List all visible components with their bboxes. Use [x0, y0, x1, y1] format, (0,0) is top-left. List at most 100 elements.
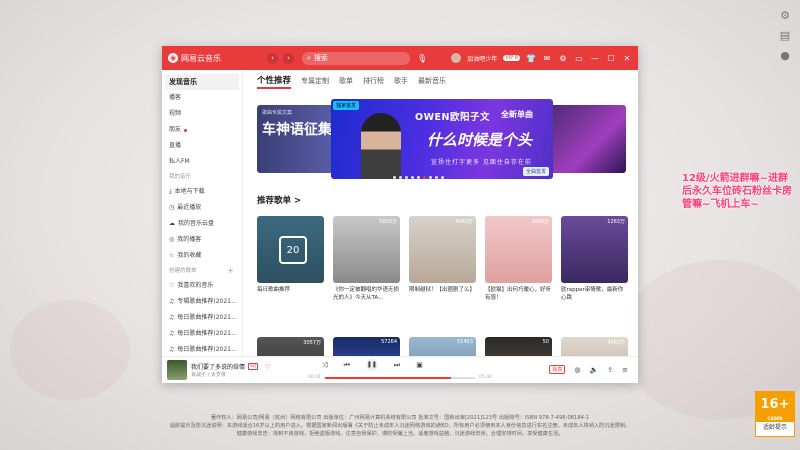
quality-badge: SQ — [248, 363, 259, 370]
search-input[interactable]: ⌕ 搜索 — [302, 51, 410, 65]
progress-area: 00:41 05:00 — [308, 375, 492, 380]
playlist-card[interactable]: 1263万 欧rapper串情歌，最新你心跳 — [561, 216, 628, 302]
playlist-cover: 20 — [257, 216, 324, 283]
playback-controls: ⤨ ⏮ ❚❚ ⏭ ▣ — [322, 359, 423, 371]
lyrics-icon[interactable]: ▣ — [416, 361, 423, 369]
sidebar-item-my-podcast[interactable]: ◎ 我的播客 — [162, 232, 242, 248]
playlist-grid: 20 每日歌曲推荐 5003万 《你一定被翻唱的华语无损光的人》今天从TA...… — [257, 216, 628, 302]
tab-playlists[interactable]: 歌单 — [339, 76, 353, 86]
shuffle-icon[interactable]: ⤨ — [322, 361, 328, 370]
play-count: 4063万 — [455, 219, 473, 225]
playlist-grid-row2: 3057万 57264 51453 50 3463万 — [257, 337, 628, 357]
time-total: 05:00 — [478, 375, 492, 380]
banner-prev-slide[interactable]: 歌曲专属文案 车神语征集 — [257, 105, 337, 173]
sidebar-item-friends[interactable]: 朋友 — [162, 122, 242, 138]
queue-icon[interactable]: ≡ — [622, 366, 628, 374]
playlist-icon: ♫ — [169, 298, 175, 305]
sidebar-item-local[interactable]: ⤓ 本地与下载 — [162, 184, 242, 200]
app-name: 网易云音乐 — [181, 53, 221, 63]
song-title[interactable]: 我们要了多说的倍情 — [191, 362, 245, 371]
back-arrow-icon[interactable]: ‹ — [267, 52, 278, 64]
like-heart-icon[interactable]: ♡ — [264, 363, 270, 371]
calendar-icon: 20 — [279, 236, 307, 264]
sidebar-item-video[interactable]: 视频 — [162, 106, 242, 122]
mic-icon[interactable]: 🎙 — [417, 54, 427, 63]
mini-mode-icon[interactable]: ▭ — [574, 54, 584, 63]
sidebar-item-live[interactable]: 直播 — [162, 138, 242, 154]
sidebar-playlist-item[interactable]: ♡ 我喜欢的音乐 — [162, 278, 242, 294]
add-playlist-icon[interactable]: + — [227, 264, 234, 278]
podcast-icon: ◎ — [169, 236, 175, 243]
banner-carousel[interactable]: 歌曲专属文案 车神语征集 独家首发 OWEN欧阳子文 全新单曲 什么时候是个头 … — [243, 92, 638, 180]
footer-legal-text: 著作权人：网易公司/网易（杭州）网络有限公司 出版单位：广州网易计算机系统有限公… — [169, 415, 631, 437]
play-count: 3093万 — [531, 219, 549, 225]
playlist-card[interactable]: 5003万 《你一定被翻唱的华语无损光的人》今天从TA... — [333, 216, 400, 302]
play-count: 5003万 — [379, 219, 397, 225]
tab-custom[interactable]: 专属定制 — [301, 76, 329, 86]
tab-personal[interactable]: 个性推荐 — [257, 74, 292, 89]
maximize-icon[interactable]: ☐ — [606, 54, 616, 63]
playlist-card[interactable]: 20 每日歌曲推荐 — [257, 216, 324, 302]
sidebar-item-fm[interactable]: 私人FM — [162, 154, 242, 170]
mail-icon[interactable]: ✉ — [542, 54, 552, 63]
clock-icon: ◷ — [169, 204, 175, 211]
player-right-controls: 极高 ◍ 🔈 ⇪ ≡ — [549, 365, 628, 374]
carousel-dots[interactable] — [393, 176, 444, 179]
playlist-cover[interactable]: 3057万 — [257, 337, 324, 357]
sound-effect-icon[interactable]: ◍ — [574, 366, 580, 374]
tab-new-music[interactable]: 最新音乐 — [418, 76, 446, 86]
scan-icon[interactable]: ▤ — [778, 28, 792, 42]
sidebar-item-recent[interactable]: ◷ 最近播放 — [162, 200, 242, 216]
next-icon[interactable]: ⏭ — [394, 361, 400, 370]
playlist-card[interactable]: 4063万 限制越狱！【出圈剧了么】 — [409, 216, 476, 302]
tab-artists[interactable]: 歌手 — [394, 76, 408, 86]
progress-bar[interactable] — [324, 376, 475, 379]
now-playing-cover[interactable] — [167, 360, 187, 380]
minimize-icon[interactable]: — — [590, 54, 600, 63]
sidebar-playlist-item[interactable]: ♫ 专辑歌曲推荐(2021... — [162, 294, 242, 310]
close-icon[interactable]: ✕ — [622, 54, 632, 63]
playlist-cover[interactable]: 57264 — [333, 337, 400, 357]
playlist-cover[interactable]: 50 — [485, 337, 552, 357]
sidebar-item-discover[interactable]: 发现音乐 — [165, 74, 239, 90]
music-app-window: ◉ 网易云音乐 ‹ › ⌕ 搜索 🎙 加油吧少年 VIP 8 👕 ✉ ⚙ ▭ —… — [162, 46, 638, 383]
settings-icon[interactable]: ⚙ — [558, 54, 568, 63]
avatar[interactable] — [451, 53, 462, 63]
song-artist[interactable]: 肖战子 / 太岁侠 — [191, 371, 276, 378]
sidebar-item-podcast[interactable]: 播客 — [162, 90, 242, 106]
banner-tag: 全曲首发 — [522, 167, 549, 176]
playlist-card[interactable]: 3093万 【欧猫】出何巧暖心，好听有感！ — [485, 216, 552, 302]
user-icon[interactable]: ● — [778, 48, 792, 62]
forward-arrow-icon[interactable]: › — [283, 52, 294, 64]
notification-dot — [184, 128, 188, 132]
pause-button[interactable]: ❚❚ — [365, 359, 378, 371]
previous-icon[interactable]: ⏮ — [344, 361, 350, 370]
playlist-cover: 1263万 — [561, 216, 628, 283]
sidebar-item-favorites[interactable]: ☆ 我的收藏 — [162, 248, 242, 264]
quality-button[interactable]: 极高 — [549, 365, 566, 374]
banner-current-slide[interactable]: 独家首发 OWEN欧阳子文 全新单曲 什么时候是个头 宣扬住打字更多 见面住自存… — [331, 99, 553, 179]
sidebar-item-cloud[interactable]: ☁ 我的音乐云盘 — [162, 216, 242, 232]
playlist-caption: 欧rapper串情歌，最新你心跳 — [561, 287, 624, 301]
banner-artist: OWEN欧阳子文 — [415, 112, 490, 123]
sidebar-playlist-item[interactable]: ♫ 每日歌曲推荐(2021... — [162, 326, 242, 342]
artist-photo — [361, 113, 401, 179]
section-title[interactable]: 推荐歌单 > — [257, 194, 638, 206]
volume-icon[interactable]: 🔈 — [590, 366, 599, 374]
gear-icon[interactable]: ⚙ — [778, 8, 792, 22]
playlist-icon: ♫ — [169, 330, 175, 337]
sidebar-playlist-item[interactable]: ♫ 每日歌曲推荐(2021... — [162, 310, 242, 326]
playlist-cover[interactable]: 3463万 — [561, 337, 628, 357]
share-icon[interactable]: ⇪ — [607, 366, 613, 374]
tab-charts[interactable]: 排行榜 — [363, 76, 384, 86]
playlist-cover[interactable]: 51453 — [409, 337, 476, 357]
sidebar: 发现音乐 播客 视频 朋友 直播 私人FM 我的音乐 ⤓ 本地与下载 ◷ 最近播放 … — [162, 70, 243, 357]
progress-fill — [324, 376, 451, 379]
playlist-cover: 3093万 — [485, 216, 552, 283]
skin-icon[interactable]: 👕 — [526, 54, 536, 63]
user-name[interactable]: 加油吧少年 — [467, 54, 497, 63]
main-content: 个性推荐 专属定制 歌单 排行榜 歌手 最新音乐 歌曲专属文案 车神语征集 独家… — [243, 70, 638, 357]
background-petal — [10, 300, 130, 400]
banner-next-slide[interactable] — [546, 105, 626, 173]
playlist-cover: 5003万 — [333, 216, 400, 283]
